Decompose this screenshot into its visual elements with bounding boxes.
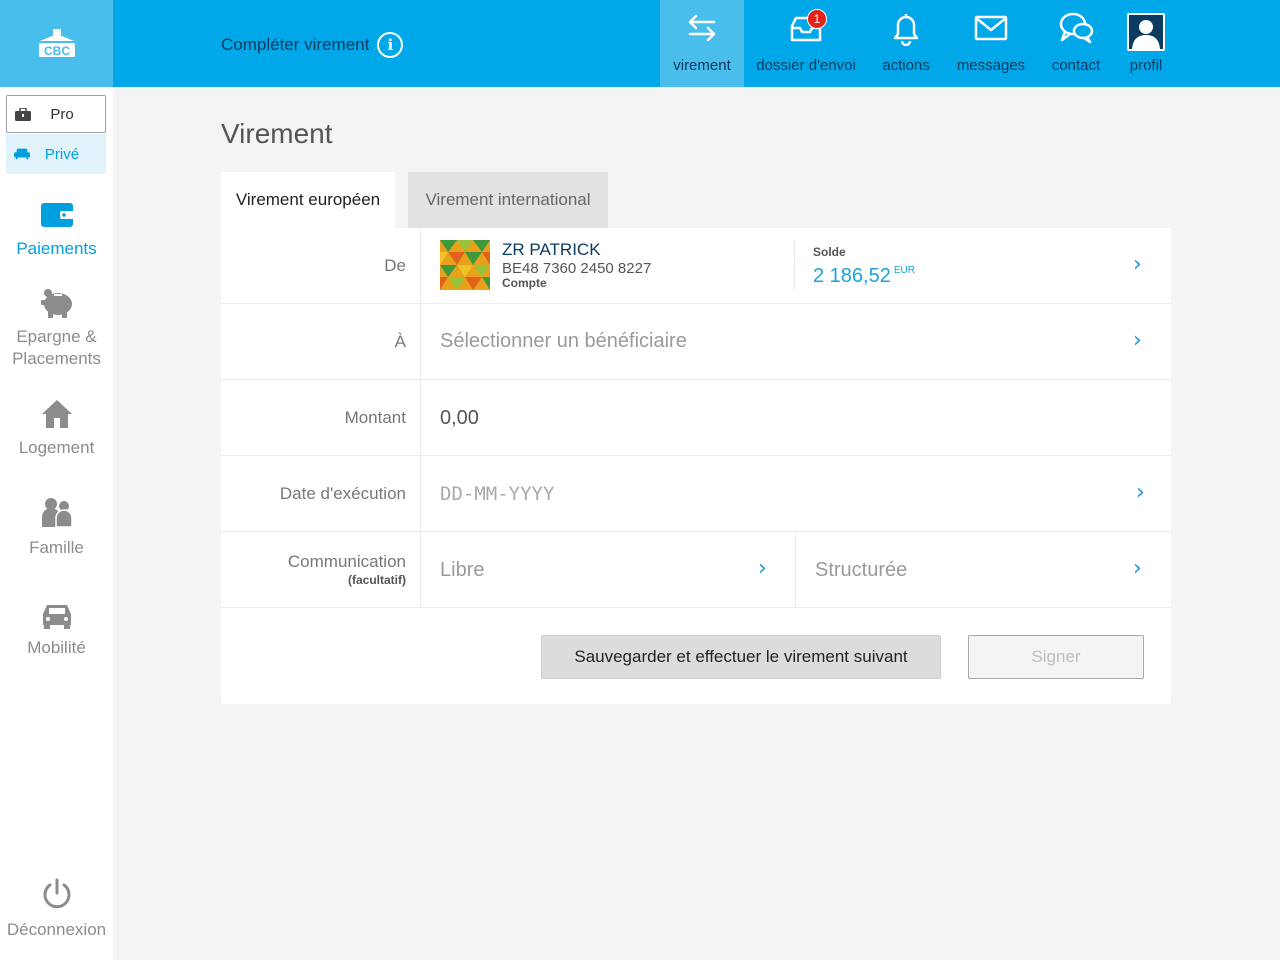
sidebar-item-logement[interactable]: Logement [0,399,113,459]
transfer-form: De ZR PATRICK BE48 7360 2450 8227 Compte… [221,228,1171,704]
date-input[interactable]: DD-MM-YYYY [440,483,554,505]
sidebar-item-label: Epargne & Placements [12,327,101,368]
balance-value: 2 186,52 [813,265,891,287]
segment-pro-label: Pro [50,105,74,123]
communication-divider [795,532,796,608]
amount-row: Montant 0,00 [221,380,1171,456]
info-icon[interactable]: i [377,32,404,58]
cbc-logo[interactable]: CBC [0,0,113,87]
sidebar-item-label: Mobilité [27,638,86,657]
balance-amount: 2 186,52 EUR [813,265,915,288]
amount-input[interactable]: 0,00 [440,407,479,430]
account-iban: BE48 7360 2450 8227 [502,260,652,277]
sidebar-item-label: Famille [29,538,84,557]
sidebar-item-epargne[interactable]: Epargne & Placements [0,288,113,370]
transfer-arrows-icon [688,14,716,42]
to-label: À [221,304,421,379]
beneficiary-select[interactable]: Sélectionner un bénéficiaire [440,330,687,353]
sidebar-item-label: Logement [18,438,95,457]
amount-label: Montant [221,380,421,455]
segment-pro[interactable]: Pro [6,95,106,133]
chevron-right-icon[interactable]: › [1133,556,1142,581]
nav-virement[interactable]: virement [660,0,744,87]
sidebar: Pro Privé Paiements Epargne & Placements [0,87,113,960]
communication-free[interactable]: Libre [440,559,484,582]
tab-virement-international[interactable]: Virement international [408,172,608,228]
amount-label-text: Montant [344,407,406,427]
communication-label: Communication (facultatif) [221,532,421,607]
envelope-icon [974,15,1008,41]
chat-bubbles-icon [1059,12,1094,44]
segment-prive-label: Privé [44,145,80,163]
execution-date-row[interactable]: Date d'exécution DD-MM-YYYY › [221,456,1171,532]
nav-actions[interactable]: actions [868,0,944,87]
chevron-right-icon[interactable]: › [1133,328,1142,353]
chevron-right-icon[interactable]: › [1136,480,1145,505]
communication-row: Communication (facultatif) Libre › Struc… [221,532,1171,608]
balance-divider [794,240,795,290]
balance-label: Solde [813,245,846,259]
sidebar-item-mobilite[interactable]: Mobilité [0,601,113,659]
logout-label: Déconnexion [6,920,107,939]
piggy-bank-icon [40,289,72,318]
sidebar-item-paiements[interactable]: Paiements [0,202,113,260]
page-heading: Compléter virement i [221,32,404,58]
bell-icon [893,14,919,46]
user-avatar-icon [1127,13,1165,51]
svg-text:CBC: CBC [44,44,70,58]
segment-prive[interactable]: Privé [6,134,106,174]
date-label: Date d'exécution [221,456,421,531]
sidebar-item-label: Paiements [16,239,97,258]
account-name: ZR PATRICK [502,240,601,259]
page-title: Virement [221,118,333,149]
nav-contact[interactable]: contact [1040,0,1112,87]
balance-currency: EUR [893,265,915,276]
briefcase-icon [15,107,31,121]
power-icon [43,878,70,909]
cbc-logo-icon: CBC [38,28,75,58]
family-icon [41,498,73,528]
house-icon [41,400,72,428]
tab-virement-europeen[interactable]: Virement européen [221,172,395,228]
beneficiary-row[interactable]: À Sélectionner un bénéficiaire › [221,304,1171,380]
logout-button[interactable]: Déconnexion [0,877,113,941]
account-card-icon [440,240,490,290]
chevron-right-icon[interactable]: › [1133,252,1142,277]
nav-dossier-envoi[interactable]: 1 dossier d'envoi [750,0,862,87]
car-icon [42,605,71,629]
date-label-text: Date d'exécution [279,483,406,503]
nav-label: profil [1129,57,1163,74]
communication-structured[interactable]: Structurée [815,559,907,582]
chevron-right-icon[interactable]: › [758,556,767,581]
sofa-icon [14,148,30,160]
from-account-row[interactable]: De ZR PATRICK BE48 7360 2450 8227 Compte… [221,228,1171,304]
nav-label: contact [1051,57,1101,74]
nav-label: virement [673,57,731,74]
to-label-text: À [394,331,406,351]
from-label-text: De [384,255,406,275]
nav-label: dossier d'envoi [756,57,856,74]
account-type: Compte [502,276,547,290]
nav-messages[interactable]: messages [950,0,1032,87]
save-and-next-button[interactable]: Sauvegarder et effectuer le virement sui… [541,635,941,679]
top-bar: CBC Compléter virement i virement 1 doss… [0,0,1280,87]
nav-label: messages [956,57,1026,74]
sidebar-item-famille[interactable]: Famille [0,497,113,559]
communication-label-text: Communication [287,552,406,571]
nav-label: actions [882,57,930,74]
communication-optional: (facultatif) [348,573,406,587]
nav-profil[interactable]: profil [1118,0,1174,87]
notification-badge: 1 [807,9,827,29]
wallet-icon [40,203,74,227]
sign-button[interactable]: Signer [968,635,1144,679]
from-label: De [221,228,421,303]
page-heading-text: Compléter virement [221,35,370,54]
